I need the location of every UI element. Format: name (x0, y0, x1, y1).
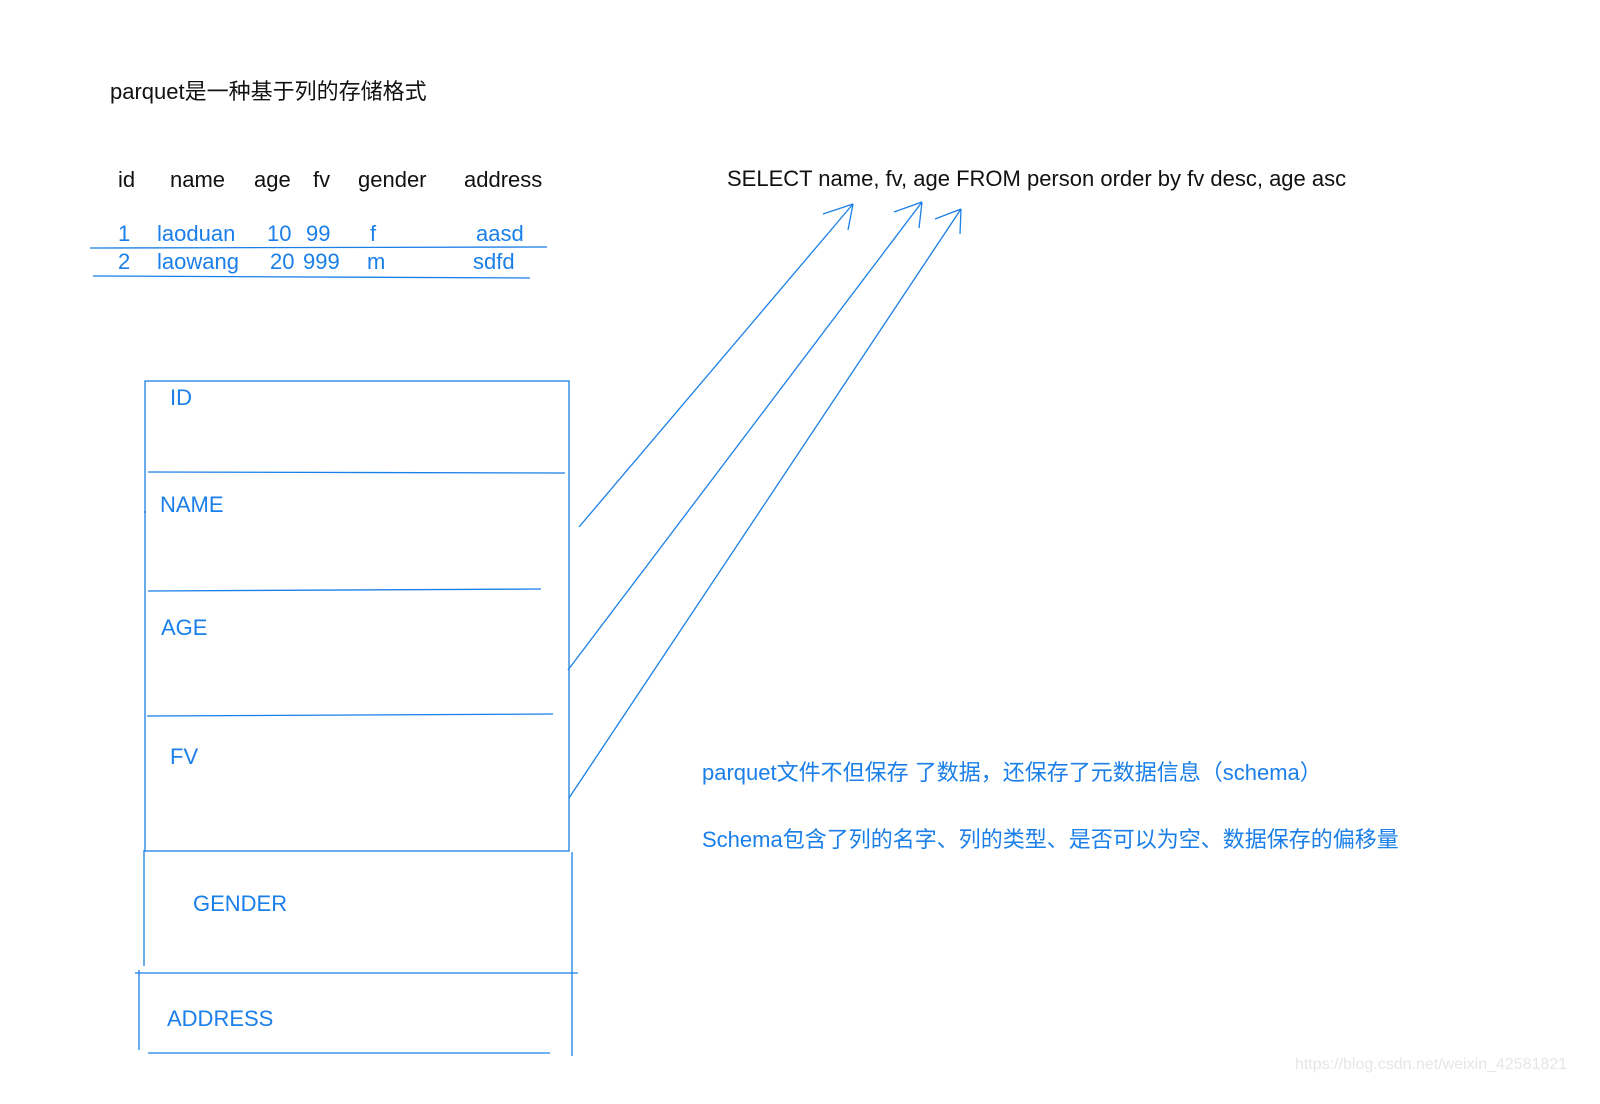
table-cell: sdfd (473, 249, 515, 274)
table-cell: 999 (303, 249, 340, 274)
table-header-gender: gender (358, 167, 427, 192)
column-block-gender: GENDER (193, 891, 288, 916)
block-divider (147, 588, 542, 592)
table-cell: 99 (306, 221, 331, 246)
table-cell: aasd (476, 221, 524, 246)
column-block-id: ID (170, 385, 192, 410)
table-cell: f (370, 221, 377, 246)
column-store-box (144, 380, 570, 852)
table-cell: 1 (118, 221, 131, 246)
table-header-id: id (118, 167, 136, 192)
table-header-name: name (170, 167, 226, 192)
table-cell: 10 (267, 221, 292, 246)
arrow-name (578, 203, 854, 528)
arrow-fv (568, 208, 962, 799)
table-cell: 2 (118, 249, 131, 274)
arrow-age (567, 201, 923, 671)
table-header-fv: fv (313, 167, 331, 192)
table-header-age: age (254, 167, 291, 192)
watermark: https://blog.csdn.net/weixin_42581821 (1295, 1056, 1568, 1073)
note-schema: Schema包含了列的名字、列的类型、是否可以为空、数据保存的偏移量 (702, 827, 1399, 852)
diagram-title: parquet是一种基于列的存储格式 (110, 79, 427, 104)
block-divider (147, 471, 566, 474)
column-block-fv: FV (170, 744, 199, 769)
block-divider (146, 713, 554, 717)
row-underline (89, 246, 548, 249)
row-underline (92, 275, 531, 279)
table-cell: 20 (270, 249, 295, 274)
sql-query: SELECT name, fv, age FROM person order b… (727, 166, 1347, 191)
column-block-address: ADDRESS (167, 1006, 274, 1031)
column-block-age: AGE (161, 615, 208, 640)
table-cell: laowang (157, 249, 239, 274)
table-cell: laoduan (157, 221, 236, 246)
table-cell: m (367, 249, 386, 274)
note-metadata: parquet文件不但保存 了数据，还保存了元数据信息（schema） (702, 760, 1322, 785)
column-block-name: NAME (160, 492, 224, 517)
table-header-address: address (464, 167, 543, 192)
